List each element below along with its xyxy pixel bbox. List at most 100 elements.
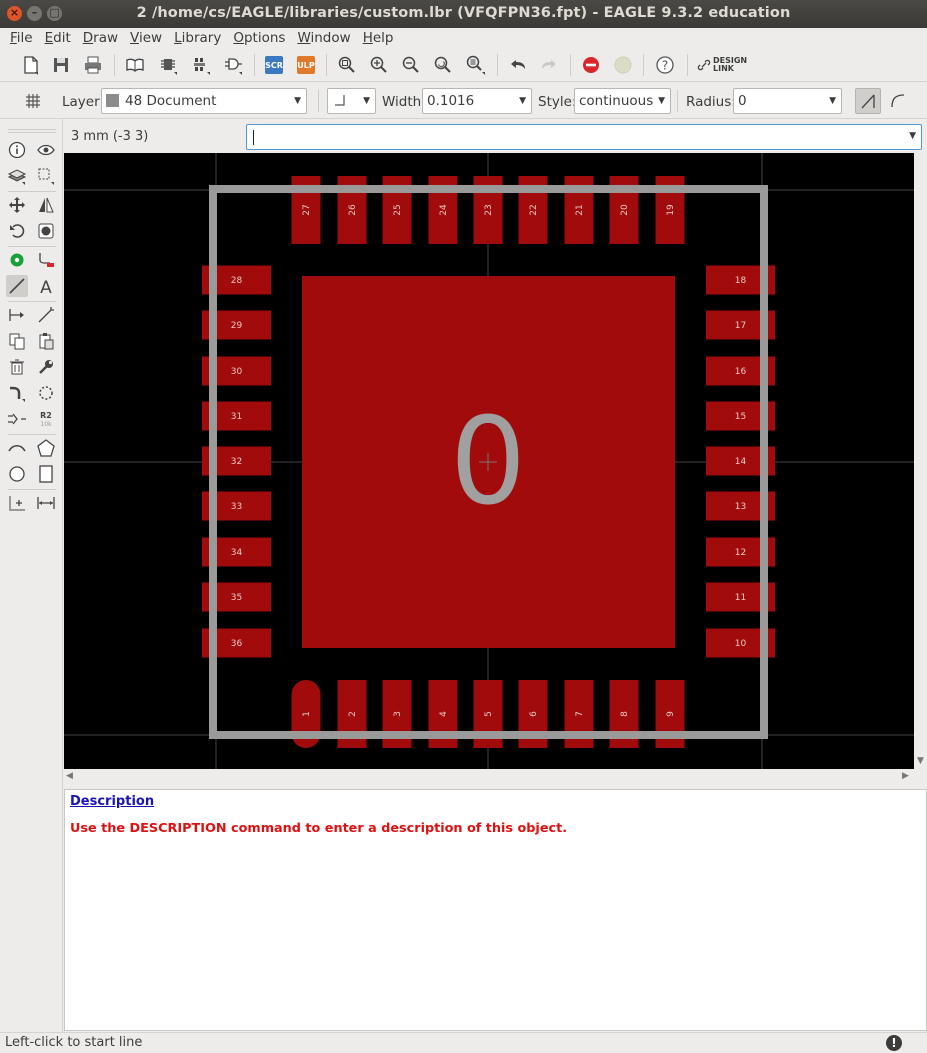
mark-origin-tool[interactable]: [6, 492, 28, 514]
move-tool[interactable]: [6, 194, 28, 216]
warning-icon[interactable]: !: [886, 1035, 902, 1051]
menu-help[interactable]: Help: [357, 28, 400, 48]
miter-tool[interactable]: [35, 304, 57, 326]
menu-window[interactable]: Window: [291, 28, 356, 48]
polygon-tool[interactable]: [35, 437, 57, 459]
wire-bend-select[interactable]: ▼: [327, 88, 376, 114]
change-tool[interactable]: [35, 356, 57, 378]
menu-view[interactable]: View: [124, 28, 168, 48]
save-button[interactable]: [48, 52, 74, 78]
menu-edit[interactable]: Edit: [39, 28, 77, 48]
dimension-icon: [37, 497, 55, 509]
delete-tool[interactable]: [6, 356, 28, 378]
value-icon: R210k: [40, 411, 52, 428]
rotate-tool[interactable]: [6, 220, 28, 242]
menu-bar: File Edit Draw View Library Options Wind…: [0, 28, 927, 48]
menu-options[interactable]: Options: [227, 28, 291, 48]
ripup-tool[interactable]: [35, 382, 57, 404]
wire-bend-icon: [335, 95, 345, 106]
pad-tool[interactable]: [6, 249, 28, 271]
menu-file[interactable]: File: [4, 28, 39, 48]
value-tool[interactable]: R2 10k: [35, 408, 57, 430]
save-icon: [54, 58, 68, 72]
design-link-button[interactable]: DESIGN LINK: [697, 52, 757, 78]
scroll-down-icon[interactable]: ▼: [917, 756, 924, 766]
split-tool[interactable]: [6, 304, 28, 326]
go-button[interactable]: [610, 52, 636, 78]
display-layers-tool[interactable]: [6, 165, 28, 187]
chevron-down-icon[interactable]: ▼: [909, 131, 916, 141]
menu-draw[interactable]: Draw: [77, 28, 124, 48]
mark-tool[interactable]: [35, 165, 57, 187]
pad-label: 7: [575, 711, 585, 717]
edit-footprint-button[interactable]: [188, 52, 214, 78]
run-ulp-button[interactable]: ULP: [293, 52, 319, 78]
arc-icon: [8, 444, 26, 452]
toolbar-separator: [677, 90, 678, 112]
zoom-fit-button[interactable]: [334, 52, 360, 78]
edit-symbol-button[interactable]: [220, 52, 246, 78]
pad-label: 30: [231, 367, 243, 377]
new-file-button[interactable]: [18, 52, 44, 78]
rect-tool[interactable]: [35, 463, 57, 485]
zoom-in-icon: [370, 56, 387, 73]
text-tool[interactable]: A: [35, 275, 57, 297]
zoom-select-button[interactable]: [463, 52, 489, 78]
stop-button[interactable]: [578, 52, 604, 78]
zoom-fit-icon: [338, 56, 355, 73]
footprint-drawing: 27 26 25 24 23 22 21 20 191 2 3 4 5 6 7 8 92829303132333…: [64, 153, 914, 769]
command-line-input[interactable]: ▼: [246, 124, 922, 150]
description-link[interactable]: Description: [70, 794, 154, 809]
tool-separator: [8, 301, 56, 302]
pad-label: 15: [735, 412, 746, 422]
eye-icon: [37, 144, 55, 156]
width-select[interactable]: 0.1016 ▼: [422, 88, 532, 114]
print-button[interactable]: [80, 52, 106, 78]
pad-label: 22: [529, 204, 539, 215]
redo-button[interactable]: [536, 52, 562, 78]
undo-button[interactable]: [505, 52, 531, 78]
vertical-scrollbar[interactable]: ▼: [914, 153, 927, 769]
text-icon: A: [40, 278, 52, 295]
go-icon: [614, 56, 632, 74]
grid-button[interactable]: [20, 88, 46, 114]
drawing-canvas[interactable]: 27 26 25 24 23 22 21 20 19 1 2 3 4 5 6 7 8 9 28 29 30 31 32 33 3…: [64, 153, 914, 769]
copy-tool[interactable]: [6, 330, 28, 352]
optimize-tool[interactable]: [6, 408, 28, 430]
mirror-tool[interactable]: [35, 194, 57, 216]
panel-grip: [8, 132, 56, 133]
line-cap-round-button[interactable]: [886, 88, 912, 114]
layer-select[interactable]: 48 Document ▼: [101, 88, 307, 114]
line-cap-flat-button[interactable]: [855, 88, 881, 114]
menu-library[interactable]: Library: [168, 28, 227, 48]
zoom-in-button[interactable]: [366, 52, 392, 78]
edit-package-button[interactable]: [155, 52, 181, 78]
radius-select[interactable]: 0 ▼: [733, 88, 842, 114]
scroll-right-icon[interactable]: ▶: [902, 771, 909, 781]
pad-label: 27: [302, 204, 312, 215]
rect-icon: [39, 465, 53, 483]
zoom-out-button[interactable]: [398, 52, 424, 78]
zoom-redraw-button[interactable]: [430, 52, 456, 78]
description-text: Use the DESCRIPTION command to enter a d…: [70, 821, 568, 836]
arc-tool[interactable]: [6, 437, 28, 459]
style-select[interactable]: continuous ▼: [574, 88, 671, 114]
smd-tool[interactable]: [35, 249, 57, 271]
horizontal-scrollbar[interactable]: ◀ ▶: [64, 769, 914, 783]
paste-tool[interactable]: [35, 330, 57, 352]
coordinate-readout: 3 mm (-3 3): [71, 129, 149, 144]
show-tool[interactable]: [35, 139, 57, 161]
link-icon: [697, 59, 711, 71]
help-button[interactable]: ?: [652, 52, 678, 78]
line-tool[interactable]: [6, 275, 28, 297]
scroll-left-icon[interactable]: ◀: [66, 771, 73, 781]
open-library-button[interactable]: [122, 52, 148, 78]
group-tool[interactable]: [35, 220, 57, 242]
circle-tool[interactable]: [6, 463, 28, 485]
dimension-tool[interactable]: [35, 492, 57, 514]
route-tool[interactable]: [6, 382, 28, 404]
pad-icon: [10, 253, 24, 267]
run-script-button[interactable]: SCR: [261, 52, 287, 78]
info-tool[interactable]: [6, 139, 28, 161]
pad-label: 34: [231, 548, 243, 558]
